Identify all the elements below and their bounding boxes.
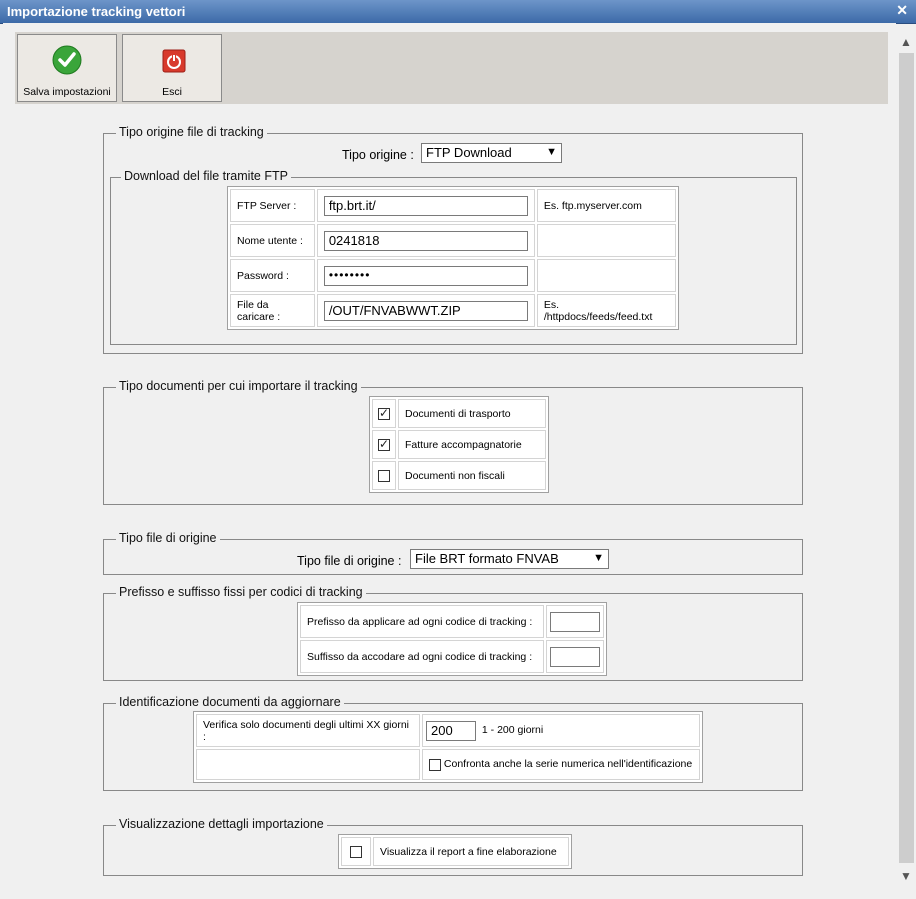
scroll-thumb[interactable] — [899, 53, 914, 863]
ftp-user-input[interactable]: 0241818 — [323, 230, 528, 251]
origin-type-label: Tipo origine : — [342, 148, 414, 162]
ftp-user-label: Nome utente : — [230, 224, 315, 257]
doctype-row: Documenti non fiscali — [372, 461, 546, 490]
checkmark-icon — [52, 45, 82, 75]
doctype-row: Documenti di trasporto — [372, 399, 546, 428]
prefix-legend: Prefisso e suffisso fissi per codici di … — [116, 585, 366, 599]
origin-type-value: FTP Download — [426, 145, 512, 160]
doctype-nonfiscali-checkbox[interactable] — [378, 469, 390, 482]
details-report-checkbox[interactable] — [350, 845, 362, 858]
ftp-server-input[interactable]: ftp.brt.it/ — [323, 195, 528, 216]
filetype-value: File BRT formato FNVAB — [415, 551, 559, 566]
doctypes-legend: Tipo documenti per cui importare il trac… — [116, 379, 361, 393]
details-legend: Visualizzazione dettagli importazione — [116, 817, 327, 831]
doctype-nonfiscali-label: Documenti non fiscali — [398, 461, 546, 490]
scroll-up-icon[interactable]: ▲ — [900, 35, 912, 49]
origin-group: Tipo origine file di tracking Tipo origi… — [103, 125, 803, 354]
filetype-label: Tipo file di origine : — [297, 554, 402, 568]
doctypes-table: Documenti di trasporto Fatture accompagn… — [369, 396, 549, 493]
identify-series-checkbox[interactable] — [429, 758, 441, 771]
identify-days-hint: 1 - 200 giorni — [481, 724, 544, 737]
prefix-label: Prefisso da applicare ad ogni codice di … — [300, 605, 544, 638]
suffix-input[interactable] — [550, 646, 600, 667]
prefix-group: Prefisso e suffisso fissi per codici di … — [103, 585, 803, 681]
filetype-select[interactable]: File BRT formato FNVAB ▼ — [410, 549, 609, 569]
chevron-down-icon: ▼ — [546, 146, 557, 158]
origin-type-select[interactable]: FTP Download ▼ — [421, 143, 562, 163]
ftp-group: Download del file tramite FTP FTP Server… — [110, 169, 797, 345]
identify-legend: Identificazione documenti da aggiornare — [116, 695, 344, 709]
doctype-fatture-checkbox[interactable] — [378, 437, 390, 451]
close-icon[interactable]: ✕ — [896, 2, 908, 19]
origin-legend: Tipo origine file di tracking — [116, 125, 267, 139]
details-report-label: Visualizza il report a fine elaborazione — [373, 837, 569, 866]
doctype-ddt-label: Documenti di trasporto — [398, 399, 546, 428]
identify-series-label: Confronta anche la serie numerica nell'i… — [443, 758, 693, 771]
identify-days-input[interactable]: 200 — [426, 720, 476, 741]
ftp-file-hint: Es. /httpdocs/feeds/feed.txt — [536, 294, 676, 327]
vertical-scrollbar[interactable]: ▲ ▼ — [898, 33, 915, 885]
window-title: Importazione tracking vettori — [7, 4, 186, 19]
prefix-input[interactable] — [550, 611, 600, 632]
power-icon — [162, 49, 186, 73]
identify-days-label: Verifica solo documenti degli ultimi XX … — [196, 714, 420, 747]
filetype-group: Tipo file di origine Tipo file di origin… — [103, 531, 803, 575]
ftp-file-input[interactable]: /OUT/FNVABWWT.ZIP — [323, 300, 528, 321]
title-bar: Importazione tracking vettori ✕ — [0, 0, 916, 24]
chevron-down-icon: ▼ — [593, 552, 604, 564]
ftp-password-input[interactable]: •••••••• — [323, 265, 528, 286]
ftp-server-label: FTP Server : — [230, 189, 315, 222]
filetype-legend: Tipo file di origine — [116, 531, 220, 545]
save-button[interactable]: Salva impostazioni — [17, 34, 117, 102]
ftp-form-table: FTP Server : ftp.brt.it/ Es. ftp.myserve… — [227, 186, 679, 330]
details-table: Visualizza il report a fine elaborazione — [338, 834, 572, 869]
scroll-down-icon[interactable]: ▼ — [900, 869, 912, 883]
doctype-row: Fatture accompagnatorie — [372, 430, 546, 459]
identify-group: Identificazione documenti da aggiornare … — [103, 695, 803, 791]
doctype-ddt-checkbox[interactable] — [378, 406, 390, 420]
ftp-legend: Download del file tramite FTP — [121, 169, 291, 183]
doctypes-group: Tipo documenti per cui importare il trac… — [103, 379, 803, 505]
save-button-label: Salva impostazioni — [23, 86, 111, 98]
toolbar: Salva impostazioni Esci — [15, 32, 888, 104]
exit-button-label: Esci — [162, 86, 182, 98]
identify-table: Verifica solo documenti degli ultimi XX … — [193, 711, 703, 783]
ftp-file-label: File da caricare : — [230, 294, 315, 327]
ftp-password-label: Password : — [230, 259, 315, 292]
doctype-fatture-label: Fatture accompagnatorie — [398, 430, 546, 459]
exit-button[interactable]: Esci — [122, 34, 222, 102]
ftp-server-hint: Es. ftp.myserver.com — [536, 189, 676, 222]
details-group: Visualizzazione dettagli importazione Vi… — [103, 817, 803, 876]
prefix-table: Prefisso da applicare ad ogni codice di … — [297, 602, 607, 676]
suffix-label: Suffisso da accodare ad ogni codice di t… — [300, 640, 544, 673]
